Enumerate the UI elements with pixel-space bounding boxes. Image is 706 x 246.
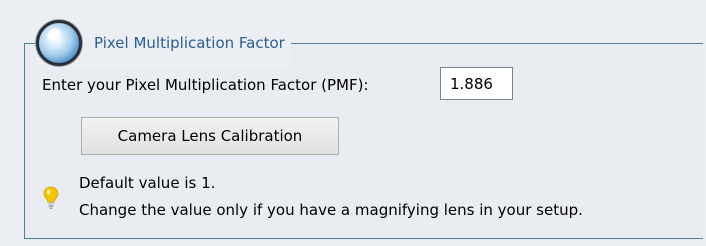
glass-orb-icon	[36, 20, 82, 66]
hint-default-text: Default value is 1.	[79, 174, 216, 192]
group-title: Pixel Multiplication Factor	[94, 34, 285, 52]
pmf-input[interactable]	[440, 67, 513, 100]
group-legend: Pixel Multiplication Factor	[36, 18, 291, 68]
lightbulb-icon	[43, 186, 59, 209]
camera-lens-calibration-button[interactable]: Camera Lens Calibration	[81, 117, 339, 155]
pmf-label: Enter your Pixel Multiplication Factor (…	[42, 76, 369, 94]
hint-change-text: Change the value only if you have a magn…	[79, 201, 583, 219]
